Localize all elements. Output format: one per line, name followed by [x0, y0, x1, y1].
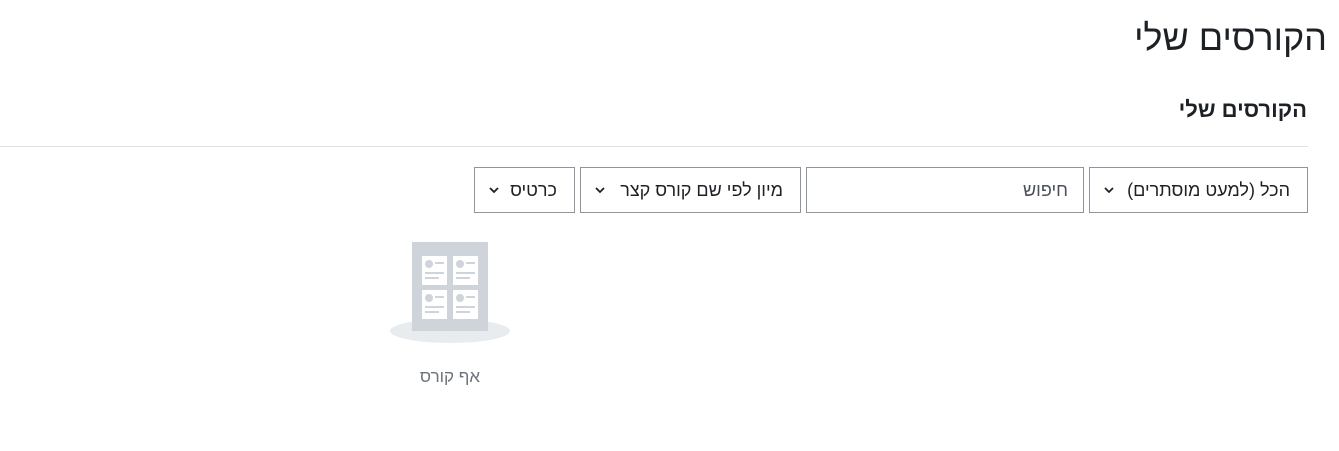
no-courses-icon	[389, 242, 511, 344]
block-title: הקורסים שלי	[1178, 97, 1307, 122]
search-field[interactable]	[806, 167, 1084, 213]
view-dropdown-label: כרטיס	[510, 179, 557, 200]
view-dropdown[interactable]: כרטיס	[474, 167, 575, 213]
divider	[0, 146, 1308, 147]
search-input[interactable]	[807, 168, 1083, 212]
grouping-dropdown-label: הכל (למעט מוסתרים)	[1127, 179, 1290, 200]
chevron-down-icon	[475, 186, 499, 194]
chevron-down-icon	[1090, 186, 1114, 194]
sort-dropdown[interactable]: מיון לפי שם קורס קצר	[580, 167, 801, 213]
empty-state-message: אף קורס	[419, 367, 481, 386]
chevron-down-icon	[581, 186, 605, 194]
sort-dropdown-label: מיון לפי שם קורס קצר	[620, 179, 783, 200]
page-title: הקורסים שלי	[1134, 17, 1327, 58]
grouping-dropdown[interactable]: הכל (למעט מוסתרים)	[1089, 167, 1308, 213]
